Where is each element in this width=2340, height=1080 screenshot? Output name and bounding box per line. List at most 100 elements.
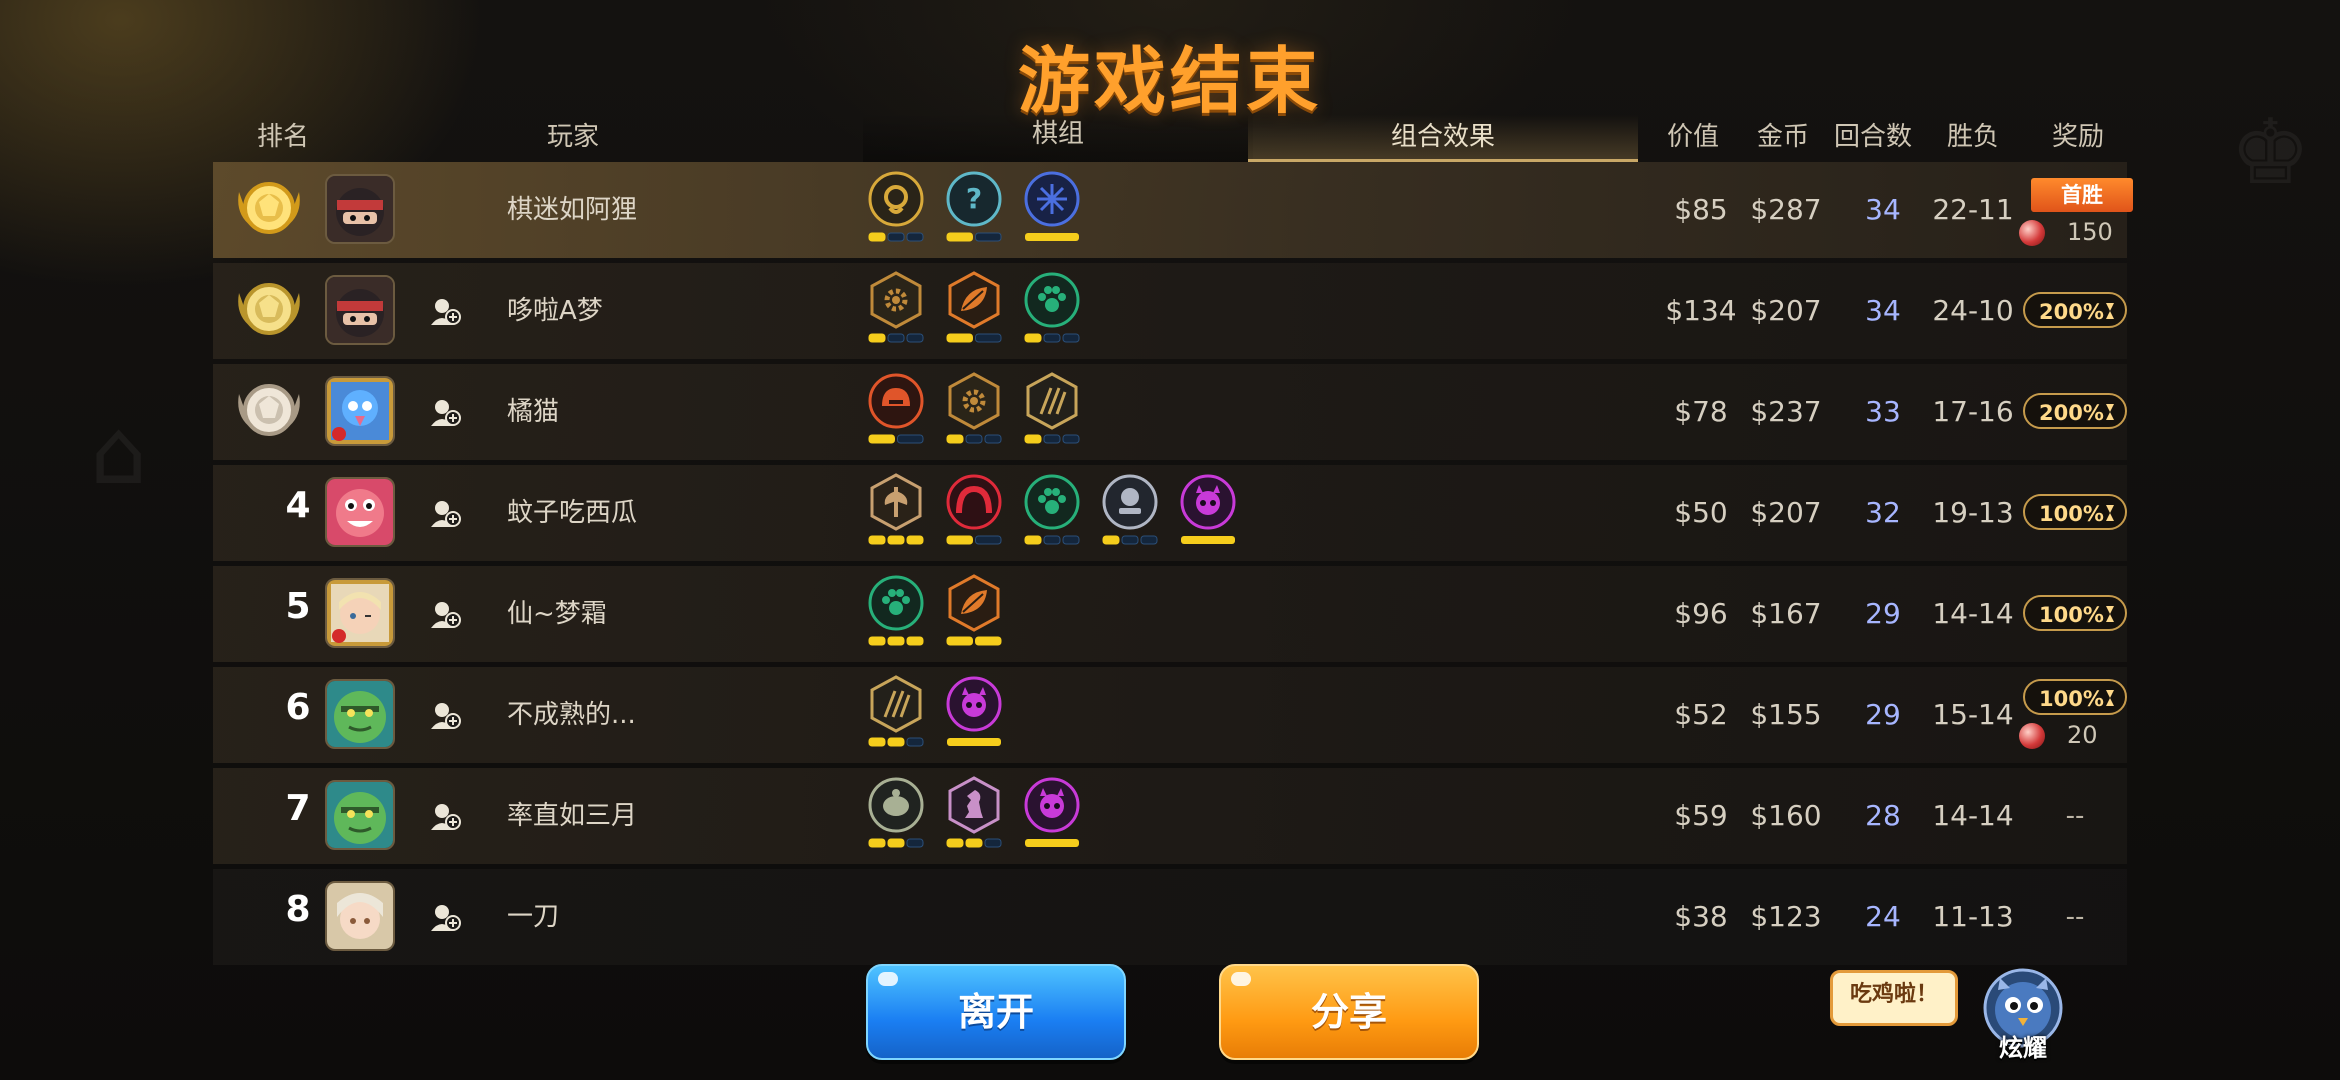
rank-number: 4 bbox=[285, 485, 311, 526]
trait-level-pips bbox=[1024, 333, 1080, 343]
add-friend-icon[interactable] bbox=[429, 699, 461, 731]
player-avatar[interactable] bbox=[325, 275, 395, 345]
player-row: 7 率直如三月 $59 $160 28 14-14 -- bbox=[213, 768, 2127, 864]
chess-icon bbox=[948, 776, 1000, 834]
claw-icon bbox=[870, 675, 922, 733]
trait-level-pips bbox=[946, 535, 1002, 545]
question-icon: ? bbox=[946, 171, 1002, 227]
add-friend-icon[interactable] bbox=[429, 396, 461, 428]
player-row: 4 蚊子吃西瓜 $50 $207 32 19-13 100% bbox=[213, 465, 2127, 561]
tab-pieces[interactable]: 棋组 bbox=[863, 112, 1253, 162]
player-avatar[interactable] bbox=[325, 780, 395, 850]
trait-level-pips bbox=[1025, 839, 1079, 847]
hourglass-icon bbox=[2106, 505, 2114, 521]
share-button[interactable]: 分享 bbox=[1219, 964, 1479, 1060]
background-house-icon: ⌂ bbox=[90, 400, 148, 505]
value-cell: $78 bbox=[1674, 395, 1728, 428]
rank-medal-icon bbox=[233, 174, 305, 240]
reward-multiplier-label: 100% bbox=[2039, 687, 2104, 711]
trait-level-pips bbox=[947, 738, 1001, 746]
share-button-label: 分享 bbox=[1310, 990, 1387, 1034]
player-avatar[interactable] bbox=[325, 881, 395, 951]
player-row: 橘猫 $78 $237 33 17-16 200% bbox=[213, 364, 2127, 460]
winloss-cell: 19-13 bbox=[1932, 496, 2014, 529]
rounds-cell: 34 bbox=[1865, 193, 1901, 226]
add-friend-icon[interactable] bbox=[429, 901, 461, 933]
player-name: 棋迷如阿狸 bbox=[507, 195, 638, 225]
shatter-icon bbox=[1024, 171, 1080, 227]
hourglass-icon bbox=[2106, 303, 2114, 319]
reward-multiplier-label: 200% bbox=[2039, 300, 2104, 324]
tab-combo-effects[interactable]: 组合效果 bbox=[1248, 115, 1638, 162]
add-friend-icon[interactable] bbox=[429, 497, 461, 529]
trait-demon[interactable] bbox=[1177, 473, 1239, 551]
trait-level-pips bbox=[868, 636, 924, 646]
trait-shatter[interactable] bbox=[1021, 170, 1083, 248]
header-rounds: 回合数 bbox=[1833, 122, 1912, 152]
demon-icon bbox=[946, 676, 1002, 732]
player-row: 8 一刀 $38 $123 24 11-13 -- bbox=[213, 869, 2127, 965]
trait-demon[interactable] bbox=[1021, 776, 1083, 854]
trait-claw[interactable] bbox=[1021, 372, 1083, 450]
player-avatar[interactable] bbox=[325, 477, 395, 547]
trait-ring[interactable] bbox=[865, 170, 927, 248]
winloss-cell: 17-16 bbox=[1932, 395, 2014, 428]
trait-turtle[interactable] bbox=[865, 776, 927, 854]
trait-demon[interactable] bbox=[943, 675, 1005, 753]
trait-chess[interactable] bbox=[943, 776, 1005, 854]
add-friend-icon[interactable] bbox=[429, 598, 461, 630]
coin-reward: 150 bbox=[2019, 218, 2113, 246]
add-friend-icon[interactable] bbox=[429, 295, 461, 327]
trait-question[interactable]: ? bbox=[943, 170, 1005, 248]
claw-icon bbox=[1026, 372, 1078, 430]
rank-number: 7 bbox=[285, 788, 311, 829]
helmet-icon bbox=[868, 373, 924, 429]
player-name: 仙~梦霜 bbox=[507, 599, 607, 629]
table-header: 排名 玩家 棋组 组合效果 价值 金币 回合数 胜负 奖励 bbox=[213, 112, 2127, 162]
player-avatar[interactable] bbox=[325, 376, 395, 446]
no-reward: -- bbox=[2065, 801, 2085, 831]
trait-leaf[interactable] bbox=[943, 574, 1005, 652]
coin-amount: 20 bbox=[2067, 721, 2098, 749]
trait-level-pips bbox=[946, 636, 1002, 646]
trait-leaf[interactable] bbox=[943, 271, 1005, 349]
reward-multiplier-label: 200% bbox=[2039, 401, 2104, 425]
trait-paw[interactable] bbox=[1021, 473, 1083, 551]
player-avatar[interactable] bbox=[325, 679, 395, 749]
gold-cell: $207 bbox=[1750, 294, 1822, 327]
trait-level-pips bbox=[868, 838, 924, 848]
value-cell: $134 bbox=[1665, 294, 1737, 327]
trait-level-pips bbox=[1102, 535, 1158, 545]
coin-ball-icon bbox=[2019, 723, 2045, 749]
trait-level-pips bbox=[868, 232, 924, 242]
rounds-cell: 29 bbox=[1865, 597, 1901, 630]
trait-axe[interactable] bbox=[865, 473, 927, 551]
trait-paw[interactable] bbox=[865, 574, 927, 652]
paw-icon bbox=[1024, 272, 1080, 328]
add-friend-icon[interactable] bbox=[429, 800, 461, 832]
rank-number: 6 bbox=[285, 687, 311, 728]
gold-cell: $287 bbox=[1750, 193, 1822, 226]
trait-arch[interactable] bbox=[943, 473, 1005, 551]
header-reward: 奖励 bbox=[2051, 122, 2104, 152]
paw-icon bbox=[868, 575, 924, 631]
trait-level-pips bbox=[868, 333, 924, 343]
leave-button[interactable]: 离开 bbox=[866, 964, 1126, 1060]
trait-knight[interactable] bbox=[1099, 473, 1161, 551]
trait-claw[interactable] bbox=[865, 675, 927, 753]
player-avatar[interactable] bbox=[325, 578, 395, 648]
reward-multiplier-badge: 100% bbox=[2023, 494, 2127, 530]
trait-gear[interactable] bbox=[865, 271, 927, 349]
player-avatar[interactable] bbox=[325, 174, 395, 244]
trait-level-pips bbox=[868, 737, 924, 747]
reward-multiplier-badge: 100% bbox=[2023, 679, 2127, 715]
trait-level-pips bbox=[946, 333, 1002, 343]
header-value: 价值 bbox=[1666, 122, 1719, 152]
hourglass-icon bbox=[2106, 690, 2114, 706]
rounds-cell: 28 bbox=[1865, 799, 1901, 832]
value-cell: $85 bbox=[1674, 193, 1728, 226]
trait-paw[interactable] bbox=[1021, 271, 1083, 349]
trait-gear[interactable] bbox=[943, 372, 1005, 450]
trait-helmet[interactable] bbox=[865, 372, 927, 450]
gold-cell: $167 bbox=[1750, 597, 1822, 630]
